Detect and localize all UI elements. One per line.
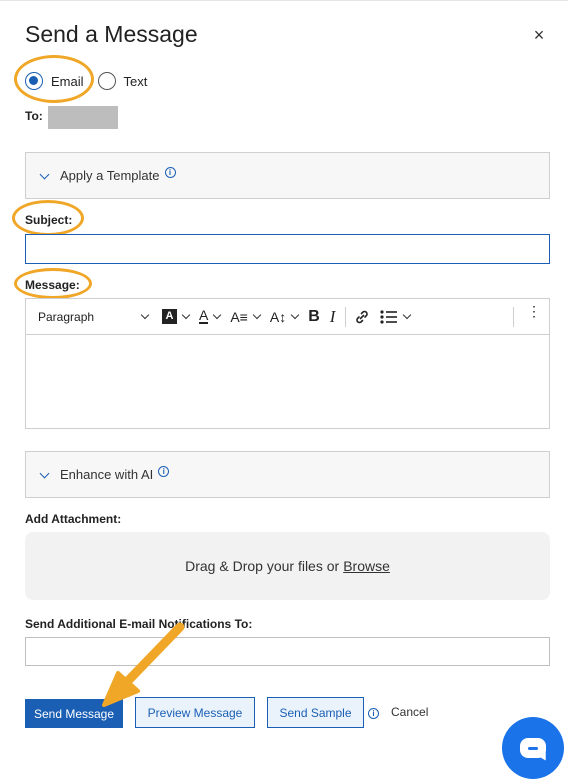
font-size-button[interactable]: A≡ <box>230 308 262 325</box>
dropzone-text: Drag & Drop your files or <box>185 558 340 574</box>
send-sample-button[interactable]: Send Sample <box>267 697 364 728</box>
font-size-icon: A≡ <box>230 308 248 325</box>
radio-text-label: Text <box>123 73 148 89</box>
chevron-down-icon <box>40 470 50 480</box>
editor-toolbar: Paragraph A A A≡ A↕ B I ⋮ <box>26 299 549 335</box>
background-color-button[interactable]: A <box>162 309 191 324</box>
italic-button[interactable]: I <box>330 307 336 327</box>
bulleted-list-icon <box>380 309 398 324</box>
template-accordion-label: Apply a Template <box>60 168 160 183</box>
info-icon[interactable]: i <box>164 167 176 178</box>
dialog-title: Send a Message <box>25 21 198 47</box>
info-icon[interactable]: i <box>368 708 379 719</box>
link-button[interactable] <box>354 309 370 325</box>
paragraph-dropdown[interactable]: Paragraph <box>38 309 150 324</box>
link-icon <box>356 310 369 323</box>
highlight-message <box>14 268 92 299</box>
radio-text-button[interactable] <box>97 72 116 90</box>
attachment-label: Add Attachment: <box>25 512 122 526</box>
cancel-link[interactable]: Cancel <box>391 705 428 719</box>
italic-icon: I <box>329 306 336 326</box>
chat-icon <box>520 738 550 763</box>
background-color-icon: A <box>162 309 177 324</box>
info-icon[interactable]: i <box>158 466 170 477</box>
notifications-input[interactable] <box>25 637 550 666</box>
notifications-label: Send Additional E-mail Notifications To: <box>25 617 253 631</box>
preview-message-button[interactable]: Preview Message <box>135 697 255 728</box>
template-accordion[interactable]: Apply a Template i <box>25 152 550 199</box>
subject-input[interactable] <box>25 234 550 264</box>
line-height-icon: A↕ <box>269 308 287 325</box>
bold-icon: B <box>308 307 320 325</box>
enhance-accordion[interactable]: Enhance with AI i <box>25 451 550 498</box>
to-label: To: <box>25 109 43 123</box>
highlight-email <box>14 55 94 103</box>
browse-link[interactable]: Browse <box>343 558 390 574</box>
chevron-down-icon <box>290 310 300 319</box>
chat-widget-button[interactable] <box>502 717 564 779</box>
enhance-accordion-label: Enhance with AI <box>60 467 154 482</box>
chevron-down-icon <box>403 310 412 319</box>
file-dropzone[interactable]: Drag & Drop your files or Browse <box>25 532 550 600</box>
message-editor: Paragraph A A A≡ A↕ B I ⋮ <box>25 298 550 429</box>
radio-text[interactable]: Text <box>97 72 148 90</box>
toolbar-divider <box>513 307 514 327</box>
text-color-button[interactable]: A <box>199 307 222 324</box>
bold-button[interactable]: B <box>308 308 320 326</box>
highlight-subject <box>12 200 84 236</box>
text-color-icon: A <box>199 307 209 324</box>
message-body[interactable] <box>26 335 549 428</box>
more-options-icon[interactable]: ⋮ <box>527 304 541 318</box>
send-message-button[interactable]: Send Message <box>25 699 123 728</box>
chevron-down-icon <box>181 310 191 319</box>
paragraph-dropdown-label: Paragraph <box>38 309 95 324</box>
to-recipient-redacted <box>48 106 118 129</box>
chevron-down-icon <box>140 310 150 319</box>
chevron-down-icon <box>40 171 50 181</box>
toolbar-divider <box>345 306 347 327</box>
close-icon[interactable]: × <box>530 26 548 44</box>
line-height-button[interactable]: A↕ <box>269 308 300 325</box>
chevron-down-icon <box>213 310 222 319</box>
bulleted-list-button[interactable] <box>380 309 412 324</box>
send-message-dialog: Send a Message × Email Text To: Apply a … <box>0 0 568 784</box>
chevron-down-icon <box>252 310 262 319</box>
